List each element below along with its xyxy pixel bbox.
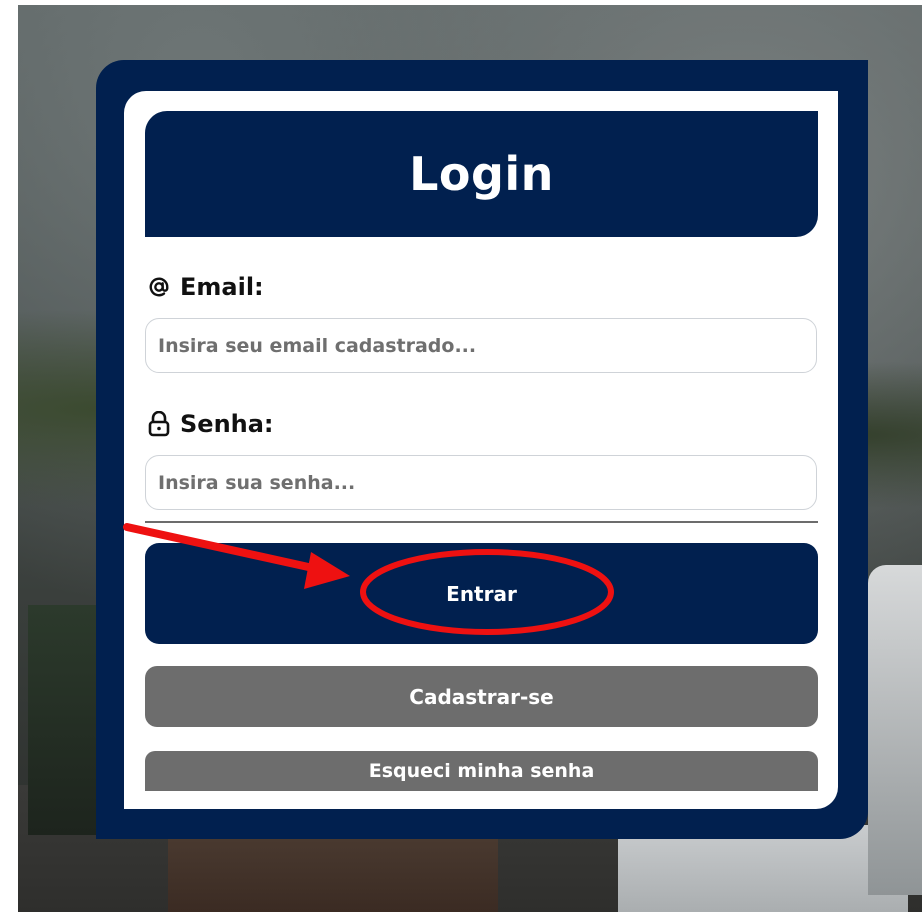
email-label-text: Email: [180,273,264,301]
page-title: Login [409,147,554,201]
forgot-password-button[interactable]: Esqueci minha senha [145,751,818,791]
lock-icon [148,411,170,437]
login-button[interactable]: Entrar [145,543,818,644]
login-button-label: Entrar [446,581,517,606]
background-truck-front [168,835,498,912]
password-label-text: Senha: [180,410,274,438]
forgot-password-button-label: Esqueci minha senha [368,760,595,782]
background-bus-side [868,565,922,895]
login-header: Login [145,111,818,237]
email-label: Email: [148,273,264,301]
password-field[interactable] [145,455,817,510]
password-label: Senha: [148,410,274,438]
register-button-label: Cadastrar-se [409,684,554,709]
email-field[interactable] [145,318,817,373]
register-button[interactable]: Cadastrar-se [145,666,818,727]
at-sign-icon [148,276,170,298]
form-divider [145,521,818,523]
background-truck-left [28,605,98,835]
